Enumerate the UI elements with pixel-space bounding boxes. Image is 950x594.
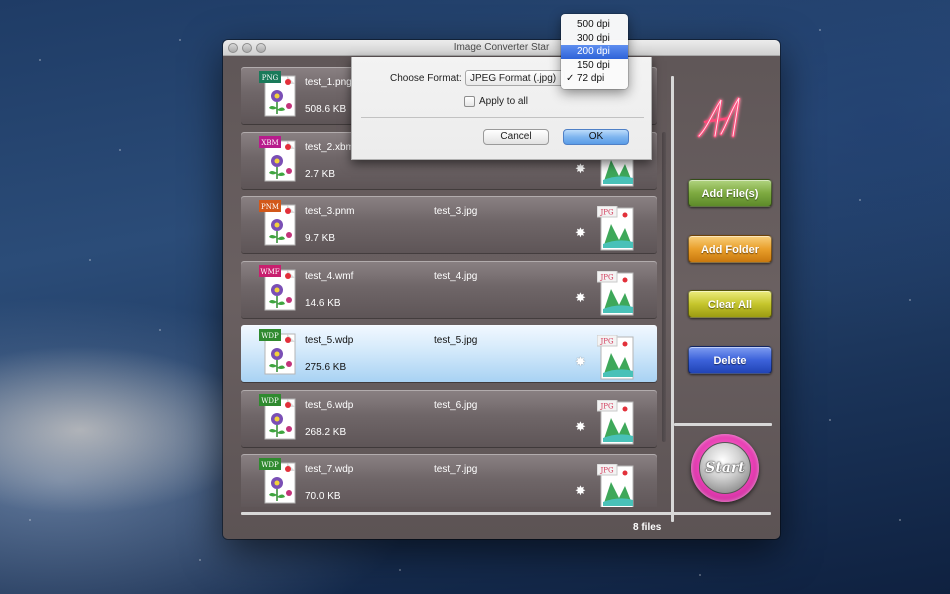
- svg-text:PNG: PNG: [262, 74, 279, 82]
- output-image-icon: JPG: [597, 270, 634, 315]
- gear-icon[interactable]: ✸: [575, 484, 586, 497]
- clear-all-button[interactable]: Clear All: [688, 290, 772, 318]
- svg-text:JPG: JPG: [599, 338, 614, 346]
- format-label: Choose Format:: [390, 73, 462, 84]
- output-image-icon: JPG: [597, 399, 634, 444]
- dpi-option-label: 150 dpi: [577, 59, 610, 71]
- gear-icon[interactable]: ✸: [575, 162, 586, 175]
- title-bar: Image Converter Star: [223, 40, 780, 56]
- file-name: test_1.png: [305, 77, 352, 88]
- output-file-name: test_3.jpg: [434, 206, 478, 217]
- checkmark-icon: ✓: [566, 73, 575, 84]
- file-name: test_3.pnm: [305, 206, 355, 217]
- file-size: 508.6 KB: [305, 104, 347, 115]
- dpi-option-label: 200 dpi: [577, 46, 610, 57]
- dpi-option-label: 300 dpi: [577, 32, 610, 44]
- dpi-option[interactable]: 500 dpi: [561, 18, 628, 32]
- source-image-icon: WDP: [259, 329, 296, 375]
- svg-text:JPG: JPG: [599, 273, 614, 281]
- dpi-option[interactable]: ✓ 72 dpi: [561, 72, 628, 86]
- apply-to-all-label[interactable]: Apply to all: [479, 96, 528, 107]
- file-size: 268.2 KB: [305, 426, 347, 438]
- source-image-icon: PNM: [259, 200, 296, 246]
- svg-text:XBM: XBM: [261, 139, 278, 147]
- format-select[interactable]: JPEG Format (.jpg): [465, 70, 565, 86]
- svg-text:WDP: WDP: [261, 397, 279, 405]
- minimize-window-button[interactable]: [242, 43, 252, 53]
- svg-text:WDP: WDP: [261, 332, 279, 340]
- dpi-option-label: 500 dpi: [577, 19, 610, 30]
- file-count: 8 files: [633, 522, 662, 533]
- dpi-option[interactable]: 150 dpi: [561, 59, 628, 73]
- file-row[interactable]: WDP test_5.wdp 275.6 KB test_5.jpg ✸ JPG: [241, 325, 657, 382]
- file-name: test_6.wdp: [305, 399, 354, 411]
- file-row[interactable]: WDP test_6.wdp 268.2 KB test_6.jpg ✸ JPG: [241, 389, 657, 447]
- file-size: 14.6 KB: [305, 297, 341, 309]
- svg-text:WMF: WMF: [260, 268, 279, 276]
- gear-icon[interactable]: ✸: [575, 226, 586, 239]
- close-window-button[interactable]: [228, 43, 238, 53]
- app-logo: [697, 97, 741, 138]
- dialog-separator: [361, 117, 644, 118]
- svg-text:WDP: WDP: [261, 461, 279, 469]
- start-button-ring: Start: [691, 434, 759, 502]
- dpi-option[interactable]: 300 dpi: [561, 32, 628, 46]
- file-name: test_4.wmf: [305, 270, 354, 282]
- output-file-name: test_5.jpg: [434, 335, 478, 346]
- file-size: 275.6 KB: [305, 362, 347, 373]
- add-folder-button[interactable]: Add Folder: [688, 235, 772, 263]
- add-files-button[interactable]: Add File(s): [688, 179, 772, 207]
- dpi-popup-menu: 500 dpi 300 dpi 200 dpi 150 dpi ✓ 72 dpi: [561, 14, 628, 89]
- output-image-icon: JPG: [597, 206, 634, 251]
- file-name: test_7.wdp: [305, 464, 354, 475]
- ok-button[interactable]: OK: [563, 129, 629, 145]
- list-scrollbar[interactable]: [662, 132, 666, 442]
- svg-text:JPG: JPG: [599, 402, 614, 410]
- file-name: test_5.wdp: [305, 335, 354, 346]
- file-size: 70.0 KB: [305, 491, 341, 502]
- output-image-icon: JPG: [597, 335, 634, 380]
- apply-to-all-checkbox[interactable]: [464, 96, 475, 107]
- source-image-icon: WDP: [259, 393, 296, 439]
- svg-text:JPG: JPG: [599, 209, 614, 217]
- file-row[interactable]: PNM test_3.pnm 9.7 KB test_3.jpg ✸ JPG: [241, 196, 657, 253]
- file-size: 2.7 KB: [305, 168, 336, 180]
- gear-icon[interactable]: ✸: [575, 291, 586, 304]
- zoom-window-button[interactable]: [256, 43, 266, 53]
- horizontal-scrollbar[interactable]: [241, 512, 771, 515]
- source-image-icon: WMF: [259, 264, 296, 310]
- output-file-name: test_4.jpg: [434, 270, 478, 282]
- dpi-option[interactable]: 200 dpi: [561, 45, 628, 59]
- panel-divider: [671, 76, 674, 522]
- file-name: test_2.xbm: [305, 141, 354, 153]
- start-button[interactable]: Start: [699, 442, 751, 494]
- gear-icon[interactable]: ✸: [575, 420, 586, 433]
- svg-text:PNM: PNM: [261, 203, 279, 211]
- dpi-option-label: 72 dpi: [577, 73, 605, 84]
- source-image-icon: WDP: [259, 458, 296, 504]
- cancel-button[interactable]: Cancel: [483, 129, 549, 145]
- source-image-icon: PNG: [259, 71, 296, 117]
- window-title: Image Converter Star: [453, 42, 550, 53]
- gear-icon[interactable]: ✸: [575, 355, 586, 368]
- output-image-icon: JPG: [597, 464, 634, 507]
- output-file-name: test_6.jpg: [434, 399, 478, 411]
- file-row[interactable]: WMF test_4.wmf 14.6 KB test_4.jpg ✸ JPG: [241, 260, 657, 318]
- panel-divider: [674, 423, 772, 426]
- output-file-name: test_7.jpg: [434, 464, 478, 475]
- delete-button[interactable]: Delete: [688, 346, 772, 374]
- file-size: 9.7 KB: [305, 233, 336, 244]
- source-image-icon: XBM: [259, 135, 296, 181]
- svg-text:JPG: JPG: [599, 467, 614, 475]
- file-row[interactable]: WDP test_7.wdp 70.0 KB test_7.jpg ✸ JPG: [241, 454, 657, 507]
